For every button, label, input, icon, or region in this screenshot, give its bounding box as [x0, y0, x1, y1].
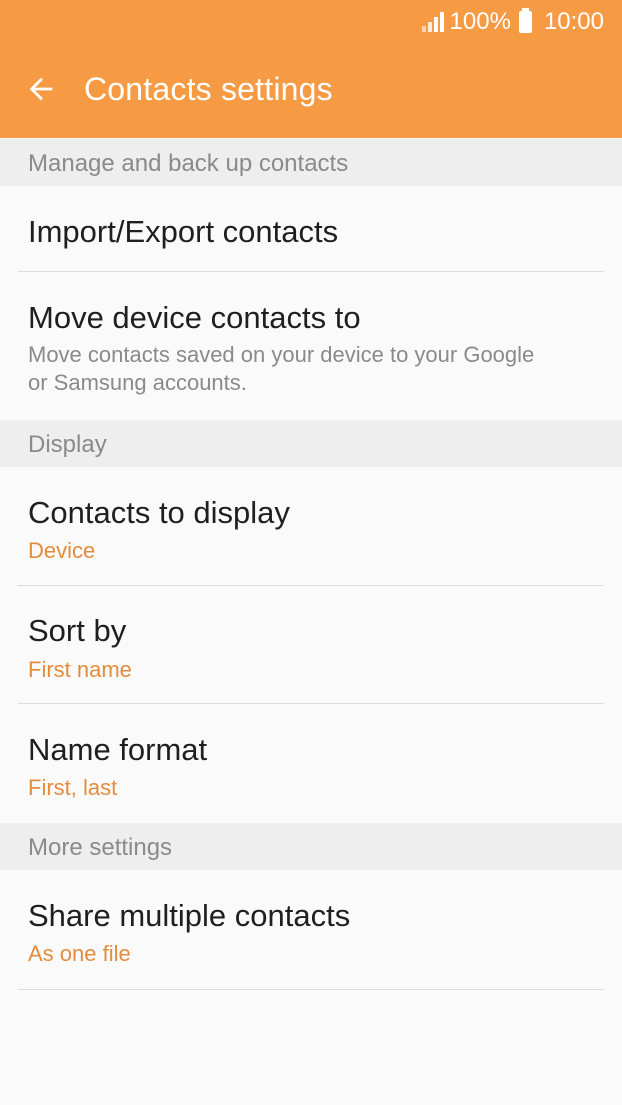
item-label: Contacts to display	[28, 495, 290, 530]
section-title: More settings	[28, 834, 173, 861]
signal-icon	[421, 12, 444, 32]
item-description: Move contacts saved on your device to yo…	[28, 342, 535, 395]
battery-percent: 100%	[449, 8, 511, 35]
divider	[18, 989, 604, 990]
item-label: Name format	[28, 732, 208, 767]
item-value: First, last	[28, 775, 118, 800]
item-label: Sort by	[28, 613, 127, 648]
section-title: Manage and back up contacts	[28, 150, 349, 177]
import-export-contacts-item[interactable]: Import/Export contacts	[0, 186, 622, 271]
share-multiple-contacts-item[interactable]: Share multiple contacts As one file	[0, 870, 622, 989]
item-value: First name	[28, 657, 132, 682]
item-value: Device	[28, 538, 96, 563]
name-format-item[interactable]: Name format First, last	[0, 704, 622, 823]
item-label: Import/Export contacts	[28, 214, 339, 249]
status-bar: 100% 10:00	[421, 8, 604, 36]
item-label: Share multiple contacts	[28, 898, 351, 933]
section-header-more: More settings	[0, 823, 622, 870]
sort-by-item[interactable]: Sort by First name	[0, 586, 622, 703]
battery-icon	[518, 8, 532, 33]
clock: 10:00	[543, 8, 604, 35]
back-arrow-icon[interactable]	[24, 72, 58, 106]
section-header-manage: Manage and back up contacts	[0, 139, 622, 186]
app-bar: 100% 10:00 Contacts settings	[0, 0, 622, 138]
page-title: Contacts settings	[84, 71, 333, 107]
item-label: Move device contacts to	[28, 300, 361, 335]
contacts-to-display-item[interactable]: Contacts to display Device	[0, 467, 622, 585]
section-header-display: Display	[0, 420, 622, 467]
item-value: As one file	[28, 941, 131, 966]
move-device-contacts-item[interactable]: Move device contacts to Move contacts sa…	[0, 272, 622, 419]
section-title: Display	[28, 431, 107, 458]
